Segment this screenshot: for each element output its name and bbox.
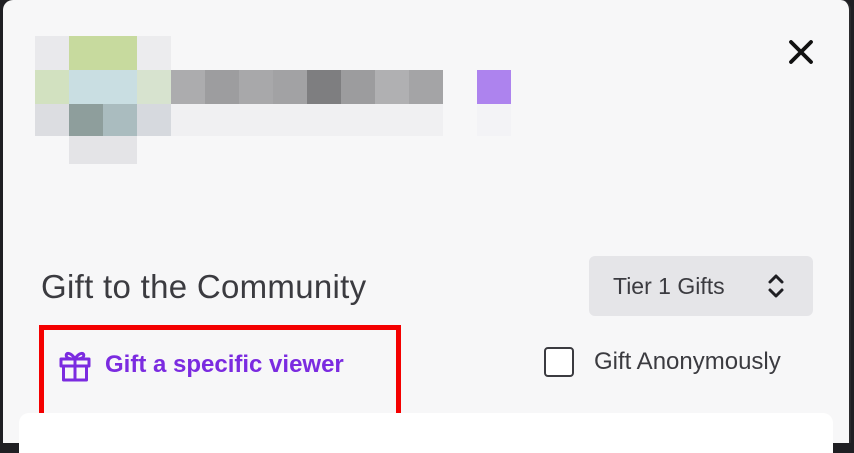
- close-icon: [789, 40, 813, 64]
- gift-specific-viewer-label: Gift a specific viewer: [105, 351, 344, 378]
- gift-subscription-modal: Gift to the Community Tier 1 Gifts Gift …: [3, 0, 851, 453]
- tier-select[interactable]: Tier 1 Gifts: [589, 256, 813, 316]
- section-title: Gift to the Community: [41, 268, 367, 305]
- gift-specific-viewer-link[interactable]: Gift a specific viewer: [59, 345, 344, 385]
- gift-icon: [59, 351, 91, 382]
- close-button[interactable]: [783, 34, 819, 70]
- tier-select-value: Tier 1 Gifts: [613, 272, 725, 299]
- content-card: [19, 413, 833, 453]
- gift-anonymously-option[interactable]: Gift Anonymously: [544, 347, 781, 377]
- chevron-up-down-icon: [768, 274, 784, 298]
- gift-anonymously-label: Gift Anonymously: [594, 348, 781, 375]
- gift-anonymously-checkbox[interactable]: [544, 347, 574, 377]
- redacted-badge: [477, 70, 511, 104]
